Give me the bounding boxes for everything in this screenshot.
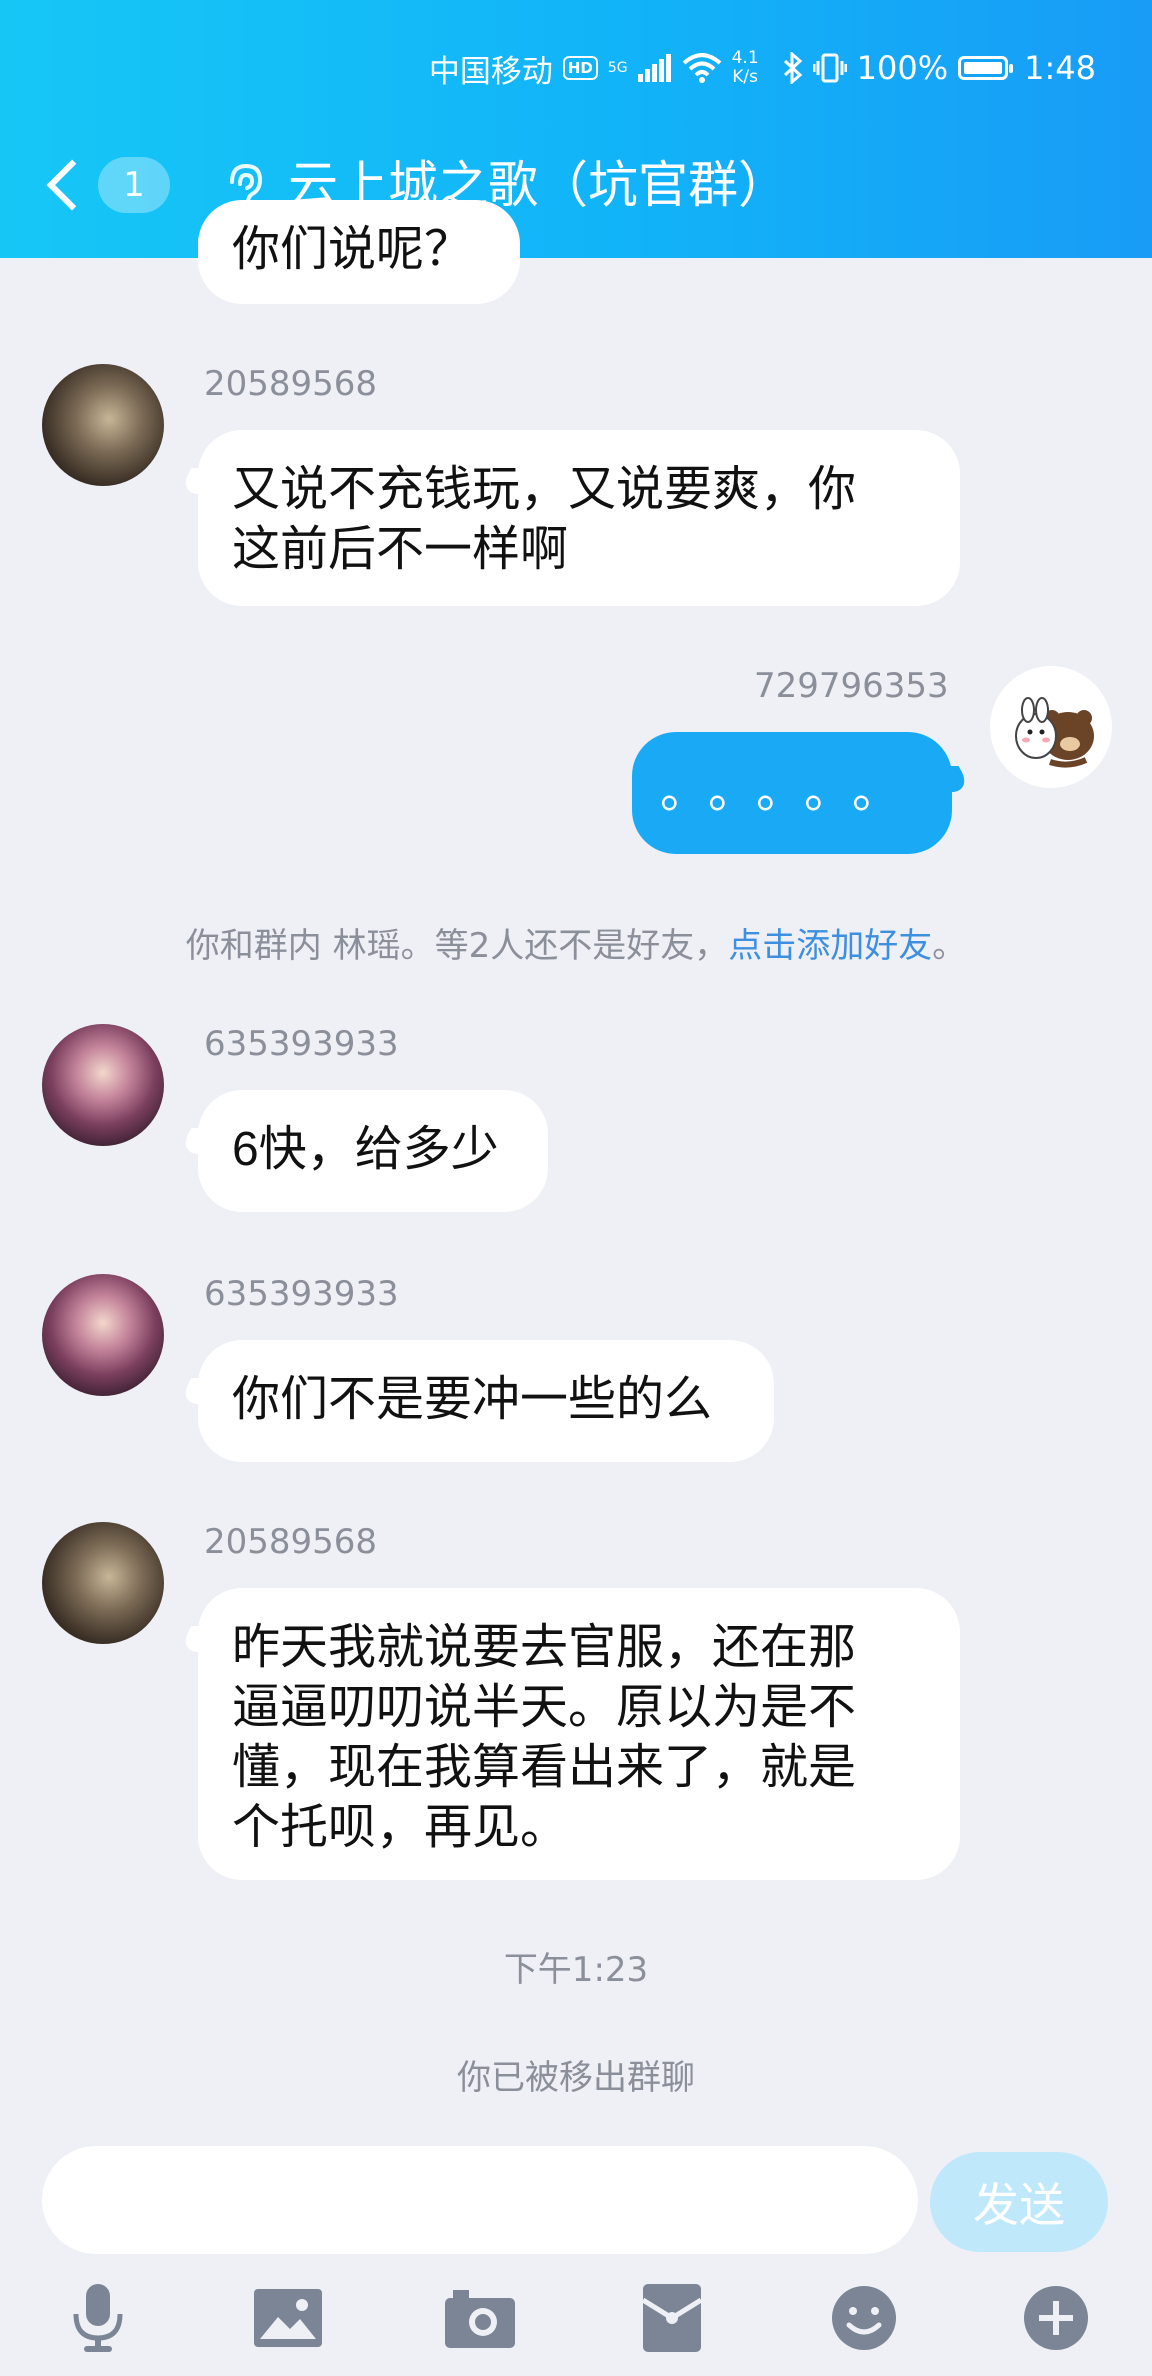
message-text: 6快，给多少 [232, 1123, 499, 1176]
friend-notice-end: 。 [932, 926, 967, 966]
status-bar: 中国移动 HD 5G 4.1 K/s 100% 1:48 [429, 42, 1096, 94]
timestamp: 下午1:23 [503, 1950, 649, 1990]
signal-bars-icon [637, 54, 671, 82]
avatar[interactable] [990, 666, 1112, 788]
net-speed-unit: K/s [732, 67, 758, 87]
plus-icon[interactable] [1020, 2282, 1092, 2354]
avatar[interactable] [42, 1274, 164, 1396]
emoji-icon[interactable] [828, 2282, 900, 2354]
hd-icon: HD [562, 56, 598, 80]
battery-icon [958, 56, 1014, 80]
message-bubble-mine[interactable]: 。。。。。 [632, 732, 952, 854]
message-line: 这前后不一样啊 [232, 523, 569, 576]
camera-icon[interactable] [444, 2282, 516, 2354]
network-type: 5G [607, 60, 628, 76]
net-speed: 4.1 K/s [732, 49, 759, 87]
avatar[interactable] [42, 1024, 164, 1146]
message-line: 逼逼叨叨说半天。原以为是不 [232, 1681, 857, 1734]
header: 中国移动 HD 5G 4.1 K/s 100% 1:48 1 云上城之歌（坑官群… [0, 0, 1152, 258]
image-icon[interactable] [252, 2282, 324, 2354]
wifi-icon [682, 53, 721, 83]
avatar[interactable] [42, 1522, 164, 1644]
unread-count-badge: 1 [98, 157, 170, 213]
message-text: 你们说呢？ [232, 223, 473, 276]
send-button[interactable]: 发送 [930, 2152, 1108, 2252]
sender-name: 635393933 [204, 1274, 399, 1314]
net-speed-value: 4.1 [731, 48, 759, 68]
nav-bar: 1 云上城之歌（坑官群） [0, 140, 1152, 230]
vibrate-icon [812, 53, 847, 83]
message-line: 又说不充钱玩，又说要爽，你 [232, 463, 857, 516]
back-button[interactable]: 1 [44, 154, 174, 216]
sender-name: 635393933 [204, 1024, 399, 1064]
red-envelope-icon[interactable] [636, 2282, 708, 2354]
message-bubble[interactable]: 你们不是要冲一些的么 [198, 1340, 774, 1462]
microphone-icon[interactable] [62, 2282, 134, 2354]
sender-name: 20589568 [204, 364, 378, 404]
friend-notice-text: 你和群内 林瑶。等2人还不是好友， [185, 926, 729, 966]
carrier-name: 中国移动 [428, 53, 553, 90]
sender-name: 729796353 [754, 666, 949, 706]
message-text: 。。。。。 [659, 765, 924, 818]
message-input[interactable] [42, 2146, 918, 2254]
battery-percent: 100% [856, 49, 949, 87]
signal-5g-icon: 5G [608, 61, 628, 75]
avatar[interactable] [42, 364, 164, 486]
message-text: 你们不是要冲一些的么 [232, 1373, 713, 1426]
message-line: 昨天我就说要去官服，还在那 [232, 1621, 857, 1674]
add-friend-link[interactable]: 点击添加好友 [728, 926, 932, 966]
bluetooth-icon [783, 52, 802, 84]
removed-notice: 你已被移出群聊 [457, 2058, 695, 2098]
message-line: 懂，现在我算看出来了，就是 [232, 1741, 857, 1794]
clock: 1:48 [1024, 49, 1096, 87]
message-bubble[interactable]: 又说不充钱玩，又说要爽，你 这前后不一样啊 [198, 430, 960, 606]
sticker-avatar-icon [1015, 697, 1094, 768]
chevron-left-icon [46, 159, 98, 211]
sender-name: 20589568 [204, 1522, 378, 1562]
message-bubble[interactable]: 6快，给多少 [198, 1090, 548, 1212]
friend-notice: 你和群内 林瑶。等2人还不是好友，点击添加好友。 [0, 918, 1152, 967]
message-bubble-partial[interactable]: 你们说呢？ [198, 200, 520, 304]
message-bubble[interactable]: 昨天我就说要去官服，还在那 逼逼叨叨说半天。原以为是不 懂，现在我算看出来了，就… [198, 1588, 960, 1880]
message-line: 个托呗，再见。 [232, 1801, 569, 1854]
